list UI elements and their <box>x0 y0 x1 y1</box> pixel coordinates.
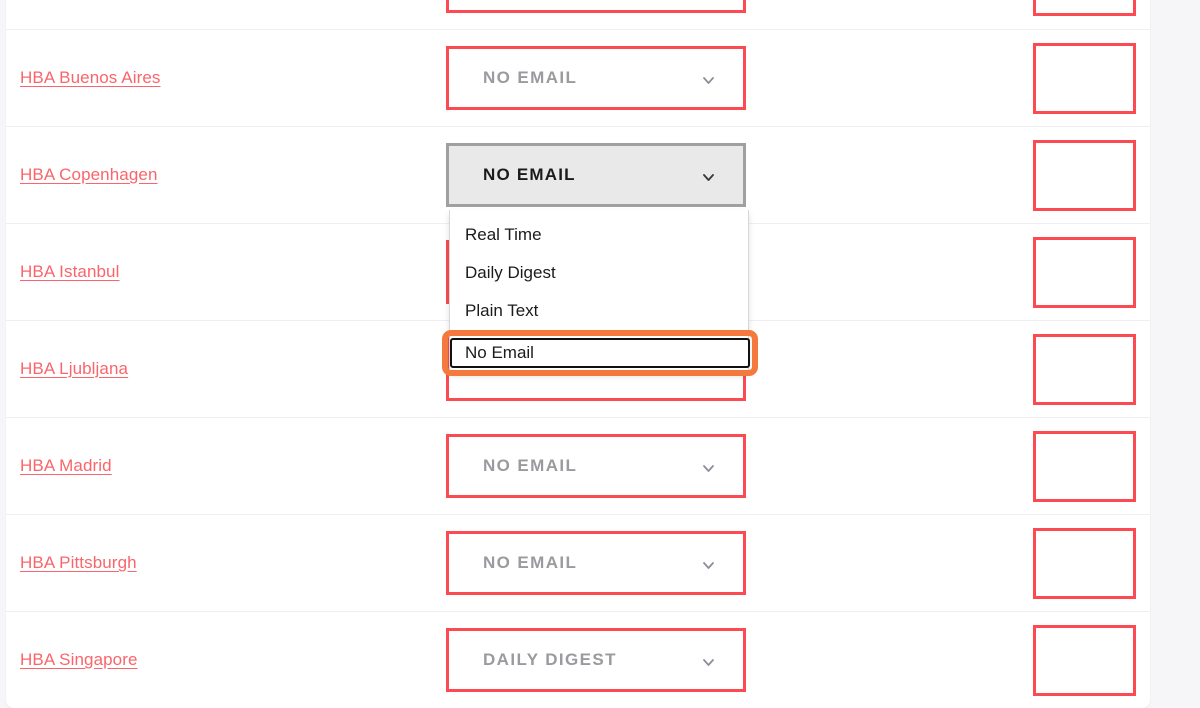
email-frequency-value: No Email <box>483 68 578 87</box>
email-frequency-select[interactable]: No Email <box>446 531 746 595</box>
group-name-cell: HBA Istanbul <box>6 262 446 282</box>
table-row: HBA Brussels Daily Digest <box>6 0 1150 29</box>
table-row: HBA Copenhagen No Email Real Time Daily … <box>6 126 1150 376</box>
group-link[interactable]: HBA Buenos Aires <box>20 68 161 87</box>
empty-select-box[interactable] <box>1033 139 1136 211</box>
chevron-down-icon <box>702 656 715 669</box>
email-frequency-select[interactable]: No Email <box>446 434 746 498</box>
notification-preferences-card: HBA Brussels Daily Digest HBA Buenos Air… <box>6 0 1150 708</box>
group-link[interactable]: HBA Istanbul <box>20 262 119 281</box>
option-plain-text[interactable]: Plain Text <box>450 292 748 330</box>
chevron-down-icon <box>702 171 715 184</box>
email-frequency-select-open[interactable]: No Email Real Time Daily Digest Plain Te… <box>442 143 758 376</box>
group-name-cell: HBA Copenhagen <box>6 165 446 185</box>
chevron-down-icon <box>702 74 715 87</box>
table-row: HBA Buenos Aires No Email <box>6 29 1150 126</box>
email-frequency-value: Daily Digest <box>483 650 617 669</box>
annotation-highlight: No Email <box>442 330 758 376</box>
chevron-down-icon <box>702 462 715 475</box>
extra-cell <box>756 527 1150 599</box>
extra-cell <box>756 0 1150 16</box>
empty-select-box[interactable] <box>1033 624 1136 696</box>
option-real-time[interactable]: Real Time <box>450 216 748 254</box>
annotation-inner-box <box>450 338 750 368</box>
chevron-down-icon <box>702 559 715 572</box>
extra-cell <box>756 236 1150 308</box>
empty-select-box[interactable] <box>1033 0 1136 16</box>
frequency-cell: Daily Digest <box>446 0 756 13</box>
table-row: HBA Pittsburgh No Email <box>6 514 1150 611</box>
extra-cell <box>756 139 1150 211</box>
extra-cell <box>756 430 1150 502</box>
extra-cell <box>756 624 1150 696</box>
empty-select-box[interactable] <box>1033 333 1136 405</box>
option-no-email-label: No Email <box>465 343 534 362</box>
group-name-cell: HBA Buenos Aires <box>6 68 446 88</box>
email-frequency-value: No Email <box>483 165 576 184</box>
group-name-cell: HBA Pittsburgh <box>6 553 446 573</box>
group-name-cell: HBA Ljubljana <box>6 359 446 379</box>
table-row: HBA Singapore Daily Digest <box>6 611 1150 708</box>
extra-cell <box>756 42 1150 114</box>
email-frequency-value: No Email <box>483 553 578 572</box>
empty-select-box[interactable] <box>1033 42 1136 114</box>
group-link[interactable]: HBA Ljubljana <box>20 359 128 378</box>
group-link[interactable]: HBA Pittsburgh <box>20 553 137 572</box>
frequency-cell: No Email <box>446 434 756 498</box>
extra-cell <box>756 333 1150 405</box>
frequency-cell: Daily Digest <box>446 628 756 692</box>
email-frequency-value: No Email <box>483 456 578 475</box>
frequency-cell: No Email Real Time Daily Digest Plain Te… <box>442 143 758 376</box>
email-frequency-select[interactable]: Daily Digest <box>446 628 746 692</box>
group-link[interactable]: HBA Madrid <box>20 456 112 475</box>
option-daily-digest[interactable]: Daily Digest <box>450 254 748 292</box>
group-link[interactable]: HBA Copenhagen <box>20 165 158 184</box>
group-name-cell: HBA Madrid <box>6 456 446 476</box>
email-frequency-select[interactable]: Daily Digest <box>446 0 746 13</box>
empty-select-box[interactable] <box>1033 527 1136 599</box>
frequency-cell: No Email <box>446 46 756 110</box>
group-name-cell: HBA Singapore <box>6 650 446 670</box>
email-frequency-options: Real Time Daily Digest Plain Text No Ema… <box>442 210 758 376</box>
group-link[interactable]: HBA Singapore <box>20 650 138 669</box>
empty-select-box[interactable] <box>1033 236 1136 308</box>
frequency-cell: No Email <box>446 531 756 595</box>
email-frequency-select[interactable]: No Email <box>446 46 746 110</box>
empty-select-box[interactable] <box>1033 430 1136 502</box>
table-row: HBA Madrid No Email <box>6 417 1150 514</box>
